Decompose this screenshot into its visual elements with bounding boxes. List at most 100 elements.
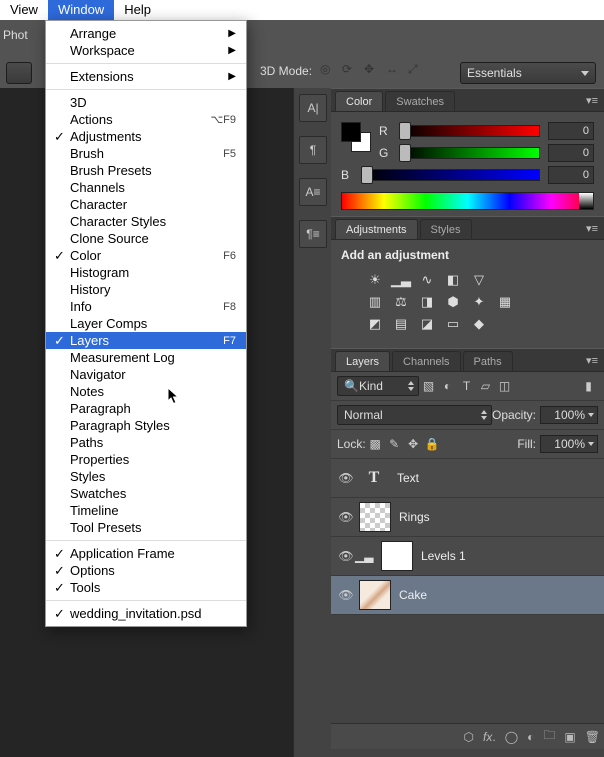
vibrance-icon[interactable]: ▽ — [471, 272, 487, 288]
layers-panel-menu-icon[interactable]: ▾≡ — [586, 354, 598, 371]
opacity-value[interactable]: 100% — [540, 406, 598, 424]
mode-slide-icon[interactable]: ↔ — [386, 62, 402, 78]
menu-item-history[interactable]: History — [46, 281, 246, 298]
menu-item-properties[interactable]: Properties — [46, 451, 246, 468]
menu-item-character-styles[interactable]: Character Styles — [46, 213, 246, 230]
layer-thumbnail[interactable] — [359, 580, 391, 610]
menu-item-adjustments[interactable]: ✓Adjustments — [46, 128, 246, 145]
menu-item-paths[interactable]: Paths — [46, 434, 246, 451]
delete-layer-icon[interactable]: 🗑 — [585, 730, 600, 744]
tab-paths[interactable]: Paths — [463, 351, 513, 371]
filter-type-icon[interactable]: T — [459, 379, 474, 394]
blend-mode-dropdown[interactable]: Normal — [337, 405, 492, 425]
layer-name[interactable]: Rings — [399, 510, 430, 524]
adjustments-panel-menu-icon[interactable]: ▾≡ — [586, 222, 598, 239]
menu-item-layer-comps[interactable]: Layer Comps — [46, 315, 246, 332]
visibility-eye-icon[interactable]: 👁 — [337, 588, 355, 602]
menu-item-tools[interactable]: ✓Tools — [46, 579, 246, 596]
visibility-eye-icon[interactable]: 👁 — [337, 549, 355, 563]
photo-filter-icon[interactable]: ⬢ — [445, 294, 461, 310]
filter-toggle-switch[interactable]: ▮ — [581, 379, 596, 394]
menu-item-tool-presets[interactable]: Tool Presets — [46, 519, 246, 536]
character-panel-icon[interactable]: A| — [299, 94, 327, 122]
tab-channels[interactable]: Channels — [392, 351, 460, 371]
fg-bg-swatch[interactable] — [341, 122, 371, 152]
mode-pan-icon[interactable]: ✥ — [364, 62, 380, 78]
visibility-eye-icon[interactable]: 👁 — [337, 471, 355, 485]
layer-row[interactable]: 👁 T Text — [331, 459, 604, 498]
tab-swatches[interactable]: Swatches — [385, 91, 455, 111]
invert-icon[interactable]: ◩ — [367, 316, 383, 332]
filter-kind-dropdown[interactable]: 🔍Kind — [337, 376, 419, 396]
foreground-swatch[interactable] — [341, 122, 361, 142]
gradient-map-icon[interactable]: ▭ — [445, 316, 461, 332]
para-styles-panel-icon[interactable]: ¶≡ — [299, 220, 327, 248]
menu-item-color[interactable]: ✓ColorF6 — [46, 247, 246, 264]
layer-mask-thumb[interactable] — [381, 541, 413, 571]
menu-item-styles[interactable]: Styles — [46, 468, 246, 485]
levels-icon[interactable]: ▁▃ — [393, 272, 409, 288]
layer-name[interactable]: Cake — [399, 588, 427, 602]
lock-position-icon[interactable]: ✥ — [406, 437, 421, 452]
mask-icon[interactable]: ◯ — [505, 730, 518, 744]
r-value[interactable]: 0 — [548, 122, 594, 140]
filter-adjust-icon[interactable]: ◐ — [440, 379, 455, 394]
paragraph-panel-icon[interactable]: ¶ — [299, 136, 327, 164]
bw-icon[interactable]: ◨ — [419, 294, 435, 310]
tab-color[interactable]: Color — [335, 91, 383, 111]
menu-item-extensions[interactable]: Extensions▶ — [46, 68, 246, 85]
b-slider[interactable] — [363, 169, 540, 181]
menu-item-histogram[interactable]: Histogram — [46, 264, 246, 281]
visibility-eye-icon[interactable]: 👁 — [337, 510, 355, 524]
menu-item-layers[interactable]: ✓LayersF7 — [46, 332, 246, 349]
channel-mixer-icon[interactable]: ✦ — [471, 294, 487, 310]
new-layer-icon[interactable]: ▣ — [564, 730, 575, 744]
menu-item-actions[interactable]: Actions⌥F9 — [46, 111, 246, 128]
menu-item-character[interactable]: Character — [46, 196, 246, 213]
curves-icon[interactable]: ∿ — [419, 272, 435, 288]
layer-thumbnail[interactable]: T — [359, 464, 389, 492]
filter-smart-icon[interactable]: ◫ — [497, 379, 512, 394]
mode-orbit-icon[interactable]: ◎ — [320, 62, 336, 78]
menu-item-channels[interactable]: Channels — [46, 179, 246, 196]
exposure-icon[interactable]: ◧ — [445, 272, 461, 288]
menu-item-brush[interactable]: BrushF5 — [46, 145, 246, 162]
layer-thumbnail[interactable] — [359, 502, 391, 532]
layer-row[interactable]: 👁 Rings — [331, 498, 604, 537]
lock-image-icon[interactable]: ✎ — [387, 437, 402, 452]
menu-item-arrange[interactable]: Arrange▶ — [46, 25, 246, 42]
menu-item-paragraph-styles[interactable]: Paragraph Styles — [46, 417, 246, 434]
fill-adjust-icon[interactable]: ◐ — [527, 730, 534, 744]
menu-item-notes[interactable]: Notes — [46, 383, 246, 400]
menu-item-3d[interactable]: 3D — [46, 94, 246, 111]
g-value[interactable]: 0 — [548, 144, 594, 162]
workspace-dropdown[interactable]: Essentials — [460, 62, 596, 84]
menu-item-navigator[interactable]: Navigator — [46, 366, 246, 383]
color-balance-icon[interactable]: ⚖ — [393, 294, 409, 310]
menu-item-application-frame[interactable]: ✓Application Frame — [46, 545, 246, 562]
layer-row[interactable]: 👁 Cake — [331, 576, 604, 615]
fill-value[interactable]: 100% — [540, 435, 598, 453]
mode-scale-icon[interactable]: ⤢ — [408, 62, 424, 78]
menu-item-info[interactable]: InfoF8 — [46, 298, 246, 315]
menu-item-timeline[interactable]: Timeline — [46, 502, 246, 519]
menu-help[interactable]: Help — [114, 0, 161, 20]
tab-adjustments[interactable]: Adjustments — [335, 219, 418, 239]
menu-item-clone-source[interactable]: Clone Source — [46, 230, 246, 247]
menu-item-options[interactable]: ✓Options — [46, 562, 246, 579]
menu-item-measurement-log[interactable]: Measurement Log — [46, 349, 246, 366]
link-layers-icon[interactable]: ⬡ — [464, 730, 474, 744]
char-styles-panel-icon[interactable]: A≡ — [299, 178, 327, 206]
menu-window[interactable]: Window — [48, 0, 114, 20]
tab-layers[interactable]: Layers — [335, 351, 390, 371]
layer-name[interactable]: Levels 1 — [421, 549, 466, 563]
options-tool-icon[interactable] — [6, 62, 32, 84]
hue-sat-icon[interactable]: ▥ — [367, 294, 383, 310]
menu-item-paragraph[interactable]: Paragraph — [46, 400, 246, 417]
g-slider[interactable] — [401, 147, 540, 159]
layer-name[interactable]: Text — [397, 471, 419, 485]
fx-icon[interactable]: fx. — [483, 730, 496, 744]
layer-row[interactable]: 👁▁▃Levels 1 — [331, 537, 604, 576]
menu-item-wedding-invitation-psd[interactable]: ✓wedding_invitation.psd — [46, 605, 246, 622]
color-panel-menu-icon[interactable]: ▾≡ — [586, 94, 598, 111]
